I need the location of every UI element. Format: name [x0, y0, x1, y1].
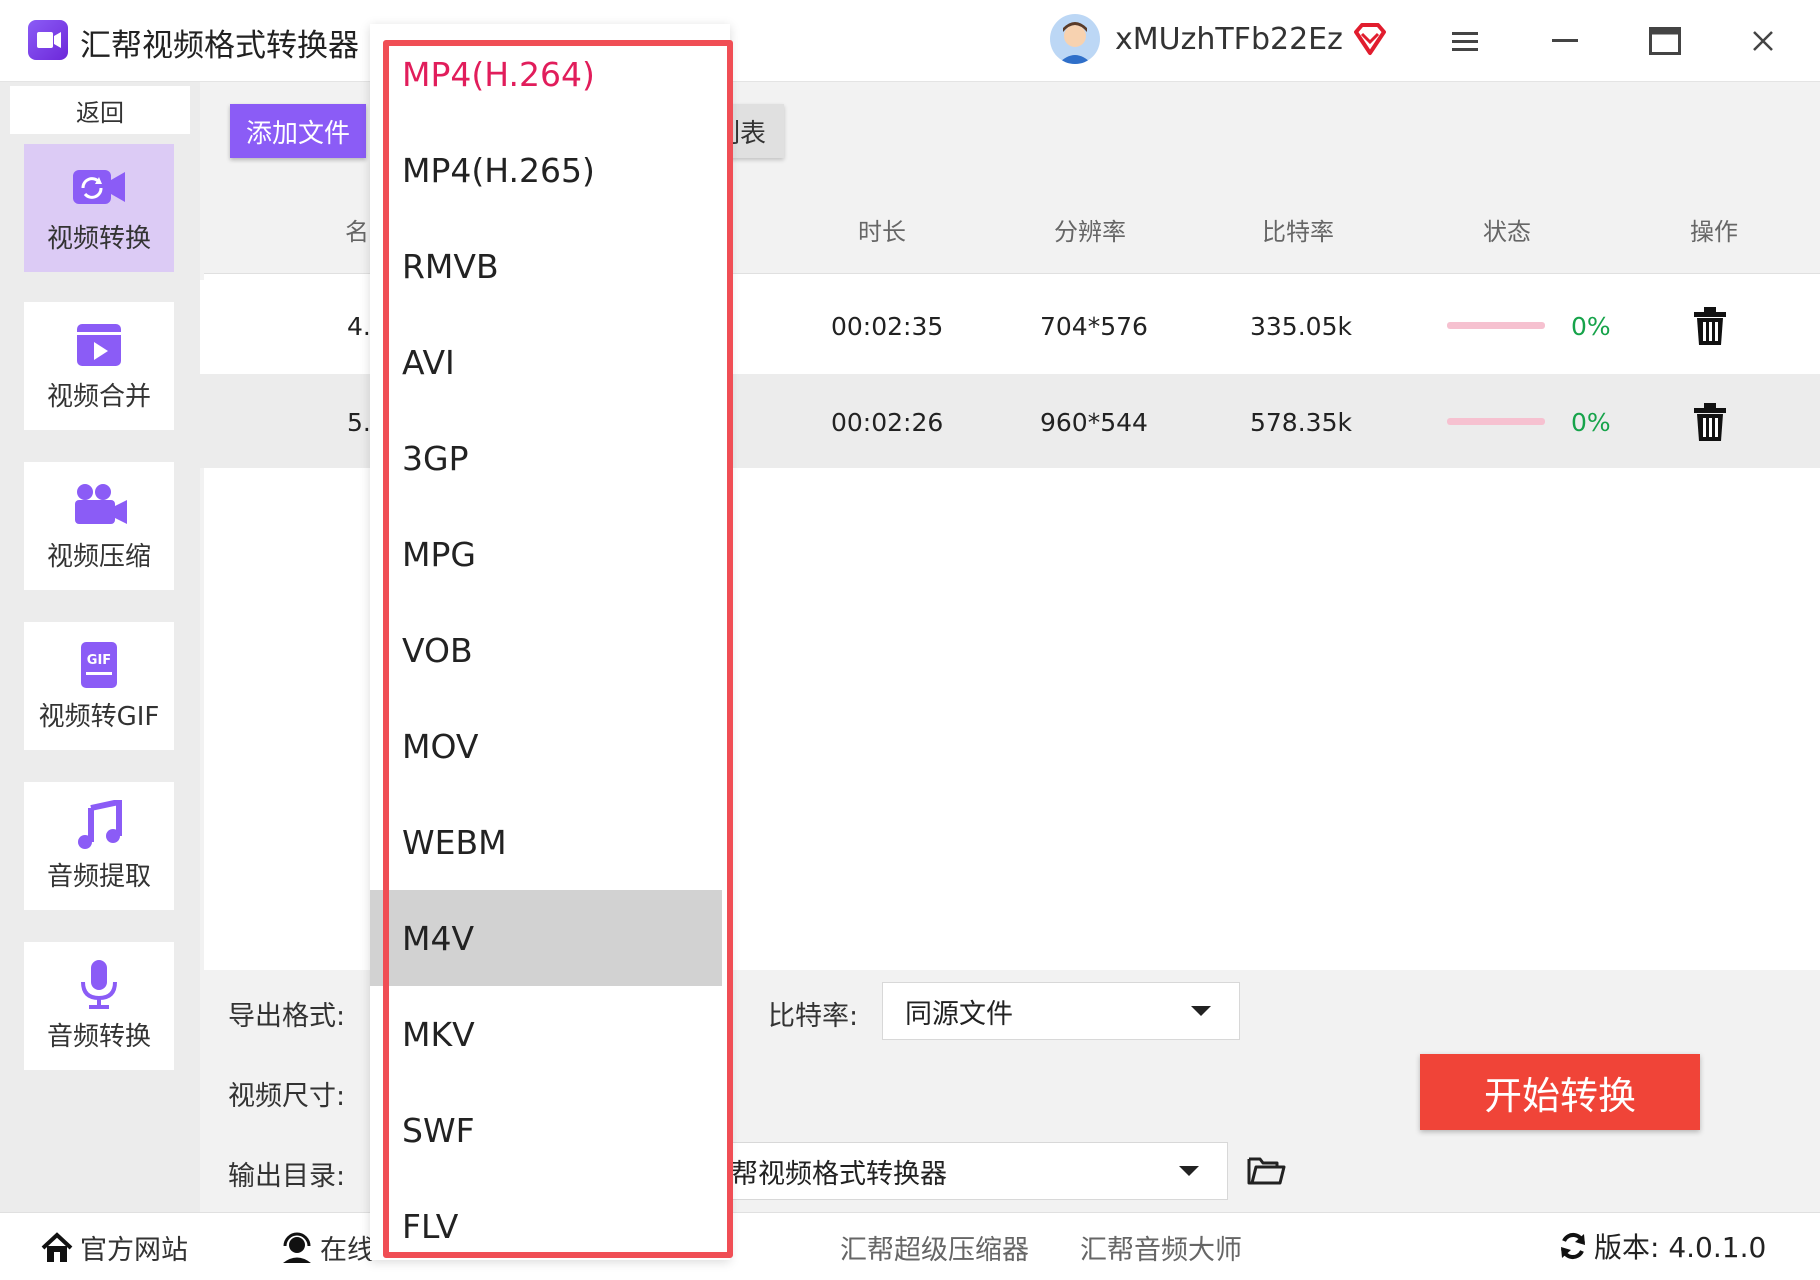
app-title: 汇帮视频格式转换器 — [80, 28, 359, 64]
header-bitrate: 比特率 — [1262, 218, 1334, 246]
sidebar-item-video-compress[interactable]: 视频压缩 — [24, 462, 174, 590]
sidebar-item-label: 音频转换 — [46, 1021, 151, 1052]
add-files-button[interactable]: 添加文件 — [230, 104, 366, 158]
sidebar-item-label: 音频提取 — [46, 861, 151, 892]
audio-master-link[interactable]: 汇帮音频大师 — [1080, 1228, 1242, 1267]
sidebar-item-video-merge[interactable]: 视频合并 — [24, 302, 174, 430]
svg-text:GIF: GIF — [87, 653, 111, 668]
export-format-label: 导出格式: — [228, 1001, 346, 1032]
progress-bar — [1447, 322, 1545, 329]
version-info[interactable]: 版本: 4.0.1.0 — [1558, 1226, 1766, 1266]
version-label: 版本: 4.0.1.0 — [1594, 1231, 1767, 1264]
cell-resolution: 704*576 — [1040, 312, 1148, 341]
music-note-icon — [78, 799, 122, 849]
title-bar: 汇帮视频格式转换器 xMUzhTFb22Ez — [0, 0, 1820, 82]
dropdown-option[interactable]: FLV — [370, 1178, 722, 1274]
cell-bitrate: 335.05k — [1250, 312, 1352, 341]
official-website-label: 官方网站 — [80, 1235, 188, 1266]
user-avatar[interactable] — [1050, 14, 1100, 64]
dropdown-option[interactable]: MKV — [370, 986, 722, 1082]
cell-name: 5. — [347, 408, 371, 437]
progress-bar — [1447, 418, 1545, 425]
trash-icon[interactable] — [1692, 402, 1728, 442]
sidebar-item-label: 视频压缩 — [46, 541, 151, 572]
video-compress-icon — [75, 483, 127, 524]
cell-duration: 00:02:35 — [831, 312, 944, 341]
header-duration: 时长 — [858, 218, 906, 246]
cell-name: 4. — [347, 312, 371, 341]
dropdown-option[interactable]: MP4(H.264) — [370, 26, 722, 122]
username[interactable]: xMUzhTFb22Ez — [1115, 22, 1343, 57]
sidebar-item-audio-convert[interactable]: 音频转换 — [24, 942, 174, 1070]
sidebar-item-label: 视频合并 — [46, 381, 151, 412]
sidebar-item-video-convert[interactable]: 视频转换 — [24, 144, 174, 272]
microphone-icon — [81, 959, 117, 1009]
official-website-link[interactable]: 官方网站 — [40, 1228, 188, 1267]
dropdown-option[interactable]: VOB — [370, 602, 722, 698]
home-icon — [41, 1231, 73, 1262]
bitrate-select[interactable]: 同源文件 — [882, 982, 1240, 1040]
dropdown-option[interactable]: M4V — [370, 890, 722, 986]
refresh-icon — [1561, 1232, 1585, 1260]
header-actions: 操作 — [1690, 218, 1738, 246]
bitrate-select-value: 同源文件 — [905, 998, 1013, 1030]
back-button[interactable]: 返回 — [10, 86, 190, 134]
gif-icon: GIF — [81, 641, 117, 688]
output-dir-select[interactable]: 帮视频格式转换器 — [700, 1142, 1228, 1200]
dropdown-option[interactable]: MP4(H.265) — [370, 122, 722, 218]
progress-percent: 0% — [1571, 312, 1611, 341]
video-convert-icon — [73, 169, 125, 204]
trash-icon[interactable] — [1692, 306, 1728, 346]
video-size-label: 视频尺寸: — [228, 1081, 346, 1112]
dropdown-option[interactable]: 3GP — [370, 410, 722, 506]
cell-bitrate: 578.35k — [1250, 408, 1352, 437]
cell-duration: 00:02:26 — [831, 408, 944, 437]
chevron-down-icon — [1191, 1006, 1211, 1016]
compressor-link[interactable]: 汇帮超级压缩器 — [840, 1228, 1029, 1267]
cell-resolution: 960*544 — [1040, 408, 1148, 437]
online-service-label: 在线 — [320, 1235, 374, 1266]
vip-diamond-icon[interactable] — [1352, 22, 1388, 56]
start-convert-button[interactable]: 开始转换 — [1420, 1054, 1700, 1130]
sidebar-item-video-to-gif[interactable]: GIF 视频转GIF — [24, 622, 174, 750]
sidebar-item-label: 视频转GIF — [38, 701, 160, 732]
bitrate-label: 比特率: — [768, 1001, 859, 1032]
output-dir-value: 帮视频格式转换器 — [731, 1158, 947, 1190]
sidebar-item-label: 视频转换 — [46, 223, 151, 254]
menu-icon[interactable] — [1440, 18, 1490, 64]
header-resolution: 分辨率 — [1054, 218, 1126, 246]
headset-icon — [283, 1232, 311, 1263]
minimize-icon[interactable] — [1540, 18, 1590, 64]
app-logo-icon — [28, 20, 68, 60]
folder-icon[interactable] — [1246, 1153, 1286, 1187]
dropdown-option[interactable]: WEBM — [370, 794, 722, 890]
video-merge-icon — [77, 323, 121, 366]
dropdown-option[interactable]: RMVB — [370, 218, 722, 314]
maximize-icon[interactable] — [1640, 18, 1690, 64]
dropdown-option[interactable]: MOV — [370, 698, 722, 794]
online-service-link[interactable]: 在线 — [280, 1228, 374, 1267]
dropdown-option[interactable]: AVI — [370, 314, 722, 410]
sidebar-item-audio-extract[interactable]: 音频提取 — [24, 782, 174, 910]
dropdown-option[interactable]: SWF — [370, 1082, 722, 1178]
header-name: 名 — [345, 218, 369, 246]
dropdown-option[interactable]: MPG — [370, 506, 722, 602]
output-dir-label: 输出目录: — [228, 1161, 346, 1192]
close-icon[interactable] — [1738, 18, 1788, 64]
progress-percent: 0% — [1571, 408, 1611, 437]
header-status: 状态 — [1483, 218, 1531, 246]
chevron-down-icon — [1179, 1166, 1199, 1176]
